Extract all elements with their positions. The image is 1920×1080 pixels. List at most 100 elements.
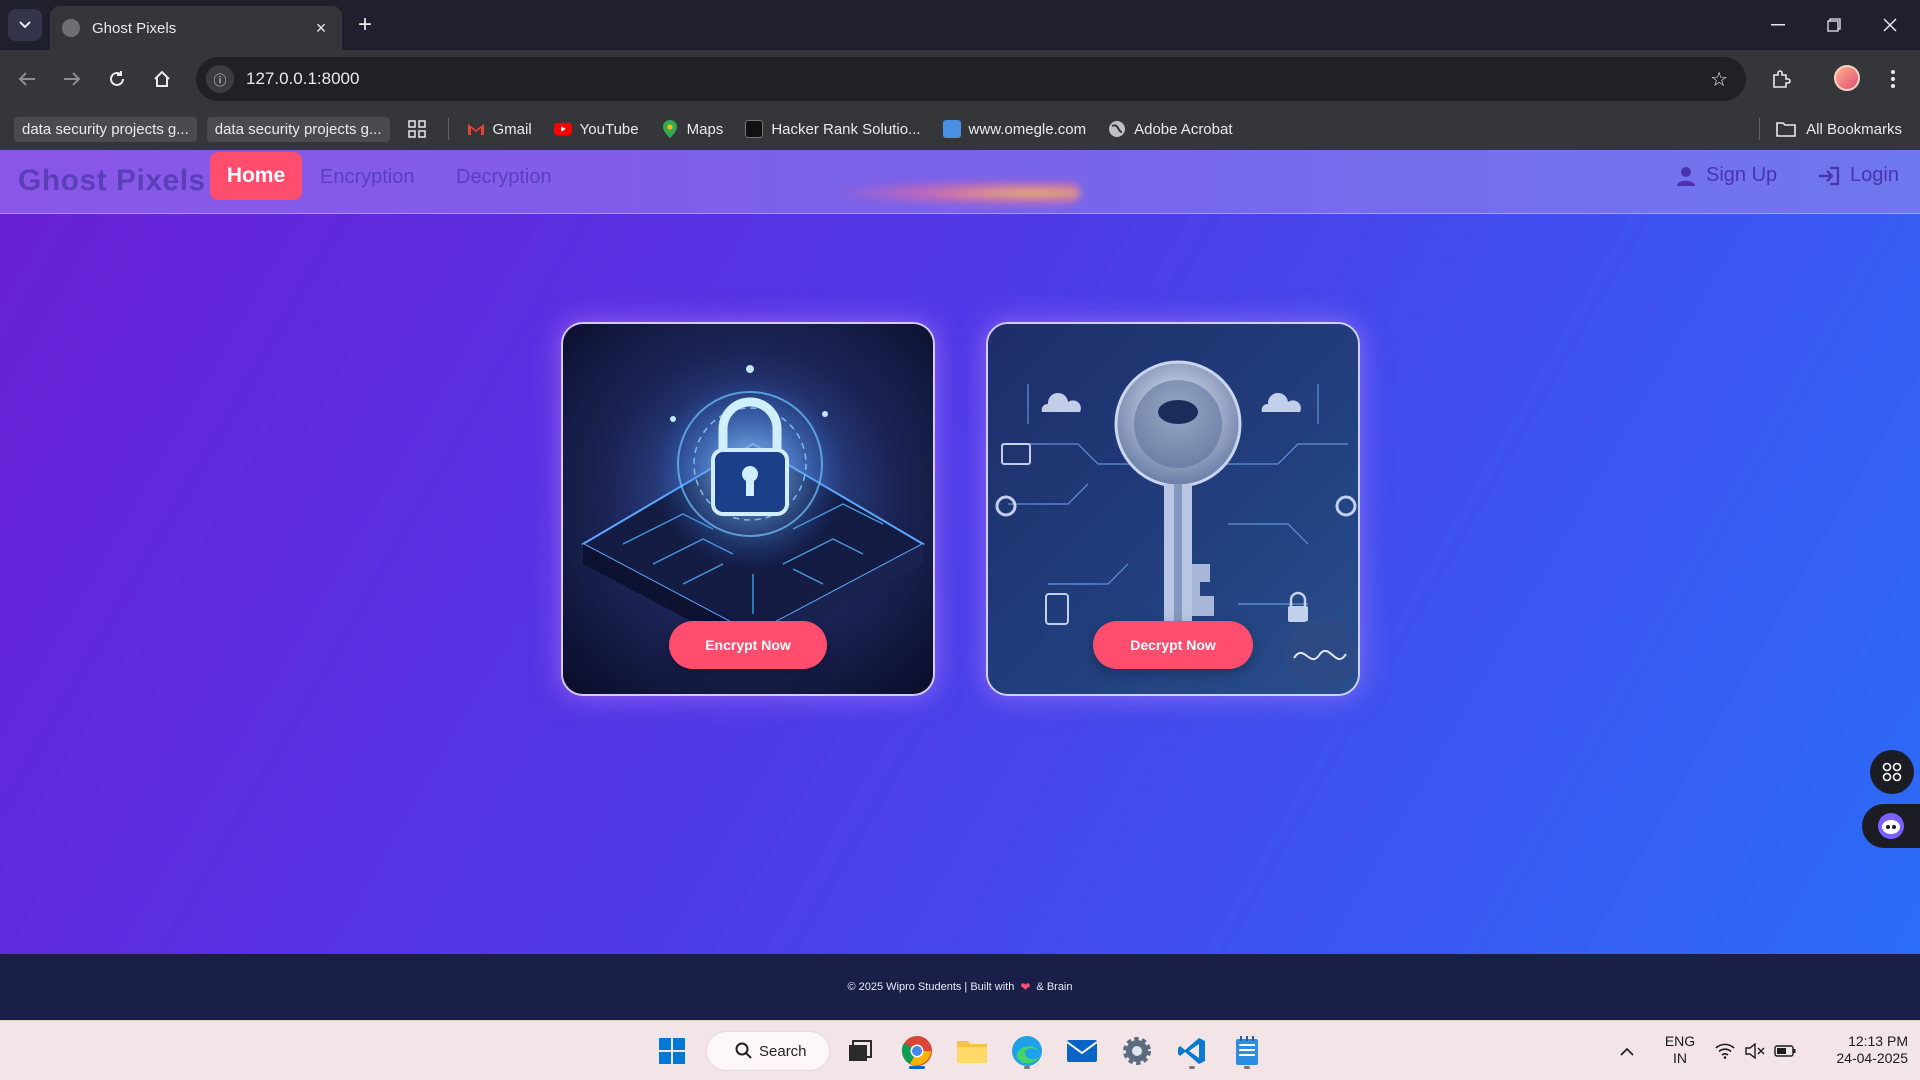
taskbar-chrome[interactable] — [897, 1031, 937, 1071]
reload-icon — [110, 71, 124, 86]
grid-icon — [1882, 762, 1902, 782]
bookmark-hackerrank[interactable]: Hacker Rank Solutio... — [745, 120, 921, 138]
footer-text: © 2025 Wipro Students | Built with — [847, 981, 1015, 993]
apps-button[interactable] — [407, 120, 426, 138]
task-view-button[interactable] — [840, 1031, 880, 1071]
chevron-down-icon — [19, 21, 31, 29]
nav-login[interactable]: Login — [1818, 164, 1899, 187]
folder-icon — [1776, 122, 1796, 137]
bookmark-item[interactable]: data security projects g... — [206, 116, 390, 142]
bookmark-adobe-acrobat[interactable]: Adobe Acrobat — [1108, 120, 1233, 138]
apps-grid-icon — [407, 120, 426, 138]
bookmark-youtube[interactable]: YouTube — [553, 120, 639, 138]
folder-icon — [957, 1041, 987, 1063]
floating-apps-button[interactable] — [1870, 750, 1914, 794]
site-info-icon[interactable]: ⓘ — [206, 65, 234, 93]
nav-decryption[interactable]: Decryption — [456, 166, 552, 189]
restore-icon — [1827, 18, 1841, 32]
assistant-widget-button[interactable] — [1862, 804, 1920, 848]
user-icon — [1677, 166, 1695, 186]
windows-logo-icon — [659, 1038, 685, 1064]
url-text[interactable]: 127.0.0.1:8000 — [246, 69, 1710, 89]
taskbar-edge[interactable] — [1007, 1031, 1047, 1071]
volume-muted-icon — [1745, 1043, 1765, 1059]
login-icon — [1819, 166, 1840, 185]
new-tab-button[interactable]: + — [352, 11, 378, 38]
decrypt-now-button[interactable]: Decrypt Now — [1093, 621, 1253, 669]
browser-tab[interactable]: Ghost Pixels × — [50, 6, 342, 50]
wifi-status[interactable] — [1710, 1031, 1740, 1071]
taskbar-notepad[interactable] — [1227, 1031, 1267, 1071]
volume-status[interactable] — [1740, 1031, 1770, 1071]
bookmark-gmail[interactable]: Gmail — [467, 120, 532, 138]
chevron-up-icon — [1620, 1047, 1634, 1056]
language-indicator[interactable]: ENG IN — [1660, 1033, 1700, 1067]
search-icon — [735, 1042, 752, 1059]
bookmark-omegle[interactable]: www.omegle.com — [942, 120, 1086, 138]
tab-title: Ghost Pixels — [92, 19, 177, 37]
close-icon[interactable]: × — [312, 18, 330, 38]
home-icon — [154, 70, 170, 87]
profile-avatar[interactable] — [1834, 65, 1860, 91]
bookmarks-bar: data security projects g... data securit… — [0, 108, 1920, 150]
windows-taskbar: Search ENG IN 12:13 PM 24-04-2025 — [0, 1020, 1920, 1080]
taskbar-file-explorer[interactable] — [952, 1031, 992, 1071]
start-button[interactable] — [652, 1031, 692, 1071]
site-navbar: Ghost Pixels Home Encryption Decryption … — [0, 150, 1920, 214]
heart-icon: ❤ — [1020, 980, 1031, 994]
minimize-button[interactable] — [1750, 0, 1806, 50]
globe-icon — [1109, 121, 1126, 137]
page-viewport: Ghost Pixels Home Encryption Decryption … — [0, 150, 1920, 1020]
address-bar[interactable]: ⓘ 127.0.0.1:8000 ☆ — [196, 57, 1746, 101]
bookmark-star-icon[interactable]: ☆ — [1710, 67, 1728, 92]
taskbar-search[interactable]: Search — [706, 1031, 830, 1071]
more-vert-icon — [1891, 70, 1895, 88]
wifi-icon — [1715, 1043, 1735, 1059]
arrow-left-icon — [18, 72, 35, 86]
vscode-icon — [1178, 1038, 1205, 1064]
notepad-icon — [1236, 1036, 1258, 1065]
assistant-icon — [1878, 813, 1904, 839]
chrome-icon — [901, 1036, 932, 1066]
battery-status[interactable] — [1770, 1031, 1800, 1071]
decrypt-card[interactable]: Decrypt Now — [986, 322, 1360, 696]
taskbar-vscode[interactable] — [1172, 1031, 1212, 1071]
minimize-icon — [1771, 24, 1785, 26]
omegle-icon — [942, 120, 961, 138]
nav-home[interactable]: Home — [210, 152, 302, 200]
taskbar-settings[interactable] — [1117, 1031, 1157, 1071]
puzzle-icon — [1773, 70, 1791, 88]
bookmark-separator — [447, 118, 449, 140]
home-button[interactable] — [145, 62, 179, 96]
extensions-button[interactable] — [1764, 62, 1798, 96]
clock[interactable]: 12:13 PM 24-04-2025 — [1808, 1033, 1908, 1067]
bookmark-maps[interactable]: Maps — [661, 120, 723, 138]
battery-icon — [1774, 1045, 1796, 1057]
footer-text-suffix: & Brain — [1036, 981, 1073, 993]
encrypt-card[interactable]: Encrypt Now — [561, 322, 935, 696]
arrow-right-icon — [64, 72, 81, 86]
nav-encryption[interactable]: Encryption — [320, 166, 415, 189]
reload-button[interactable] — [100, 62, 134, 96]
task-view-icon — [849, 1040, 872, 1061]
nav-signup[interactable]: Sign Up — [1676, 164, 1777, 187]
mail-icon — [1066, 1040, 1098, 1062]
all-bookmarks-button[interactable]: All Bookmarks — [1759, 108, 1902, 150]
site-footer: © 2025 Wipro Students | Built with ❤ & B… — [0, 954, 1920, 1020]
bookmark-item[interactable]: data security projects g... — [14, 116, 197, 142]
back-button[interactable] — [10, 62, 44, 96]
encrypt-now-button[interactable]: Encrypt Now — [669, 621, 827, 669]
decorative-glow — [840, 180, 1080, 206]
youtube-icon — [553, 122, 572, 136]
site-brand[interactable]: Ghost Pixels — [18, 164, 206, 198]
close-window-button[interactable] — [1862, 0, 1918, 50]
forward-button[interactable] — [55, 62, 89, 96]
tab-search-button[interactable] — [8, 9, 42, 41]
hackerrank-icon — [745, 120, 764, 138]
browser-toolbar: ⓘ 127.0.0.1:8000 ☆ — [0, 50, 1920, 108]
restore-button[interactable] — [1806, 0, 1862, 50]
taskbar-mail[interactable] — [1062, 1031, 1102, 1071]
globe-icon — [62, 19, 80, 37]
show-hidden-icons-button[interactable] — [1612, 1031, 1642, 1071]
menu-button[interactable] — [1876, 62, 1910, 96]
